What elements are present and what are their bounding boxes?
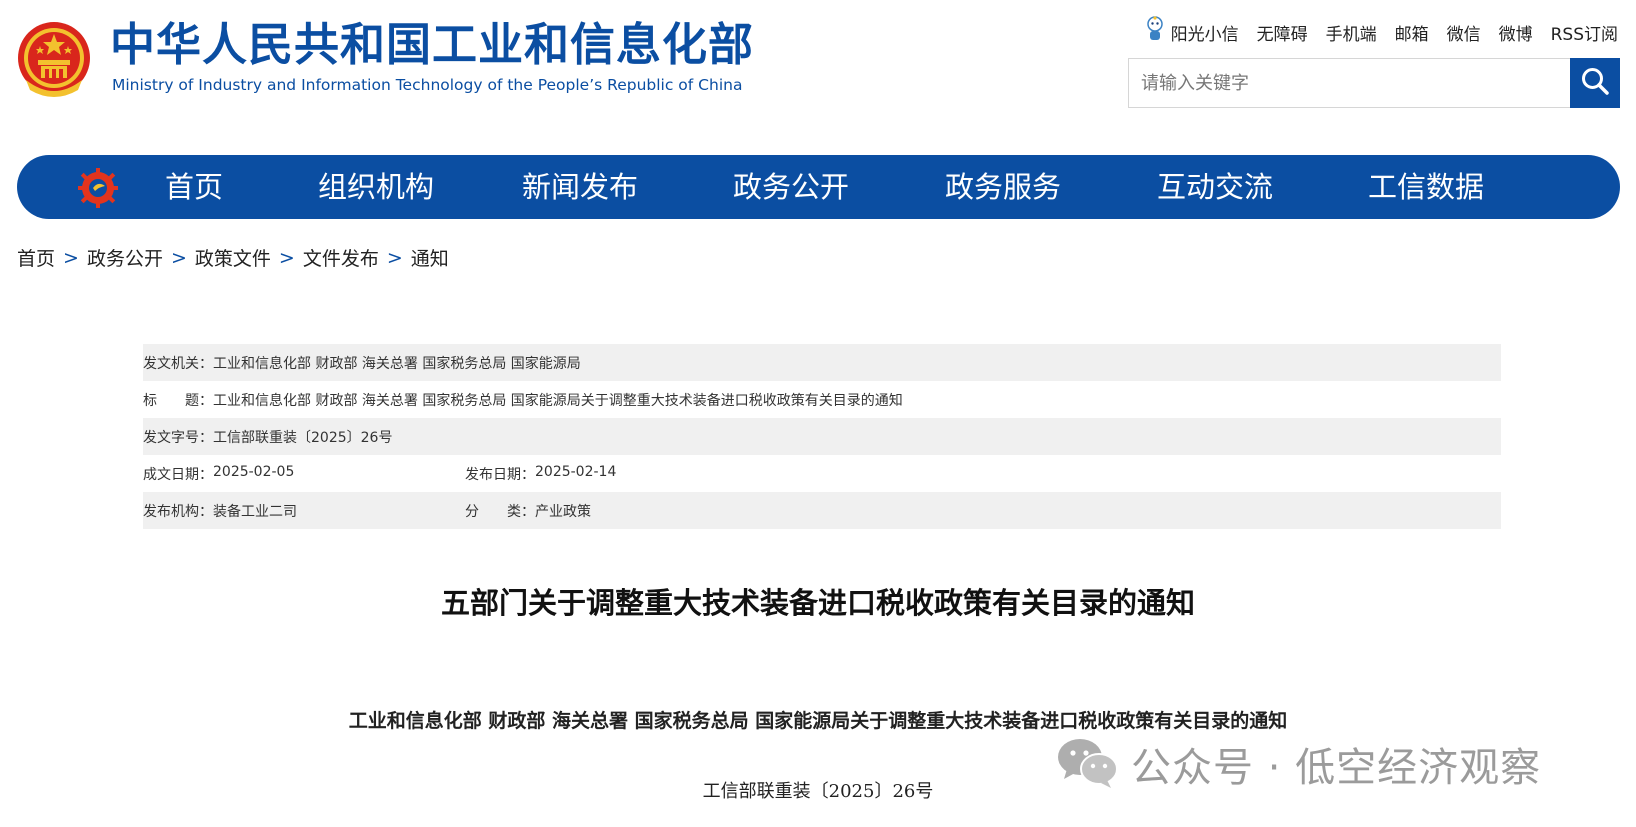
breadcrumb-separator: > — [63, 246, 79, 269]
breadcrumb-government-affairs[interactable]: 政务公开 — [87, 244, 163, 271]
meta-published: 发布日期： 2025-02-14 — [465, 464, 616, 484]
meta-label: 分 类： — [465, 503, 535, 520]
national-emblem-icon — [16, 20, 92, 100]
toplink-rss[interactable]: RSS订阅 — [1551, 20, 1618, 45]
toplink-weibo[interactable]: 微博 — [1499, 20, 1533, 45]
meta-label: 发布机构： — [143, 503, 213, 520]
nav-item-home[interactable]: 首页 — [165, 155, 223, 219]
search-button[interactable] — [1570, 58, 1620, 108]
nav-item-interaction[interactable]: 互动交流 — [1157, 155, 1273, 219]
meta-row-title: 标 题： 工业和信息化部 财政部 海关总署 国家税务总局 国家能源局关于调整重大… — [143, 381, 1501, 418]
meta-category: 分 类： 产业政策 — [465, 501, 591, 521]
breadcrumb-policy-files[interactable]: 政策文件 — [195, 244, 271, 271]
search-icon — [1580, 66, 1610, 100]
nav-item-services[interactable]: 政务服务 — [945, 155, 1061, 219]
toplink-sunshine[interactable]: 阳光小信 — [1145, 16, 1239, 49]
meta-label: 发布日期： — [465, 466, 535, 483]
meta-created: 成文日期： 2025-02-05 — [143, 464, 294, 484]
breadcrumb-notice[interactable]: 通知 — [411, 244, 449, 271]
sunshine-mascot-icon — [1145, 16, 1165, 49]
meta-label: 发文机关： — [143, 355, 213, 372]
meta-value-created: 2025-02-05 — [213, 463, 295, 480]
nav-item-data[interactable]: 工信数据 — [1368, 155, 1484, 219]
meta-row-issuer: 发文机关： 工业和信息化部 财政部 海关总署 国家税务总局 国家能源局 — [143, 344, 1501, 381]
meta-org: 发布机构： 装备工业二司 — [143, 501, 297, 521]
breadcrumb-separator: > — [170, 246, 187, 269]
meta-value-docno: 工信部联重装〔2025〕26号 — [213, 429, 393, 446]
watermark: 公众号 · 低空经济观察 — [1055, 735, 1541, 793]
watermark-text: 公众号 · 低空经济观察 — [1131, 745, 1542, 791]
main-nav: 首页 组织机构 新闻发布 政务公开 政务服务 互动交流 工信数据 — [17, 155, 1620, 219]
nav-item-news[interactable]: 新闻发布 — [522, 155, 638, 219]
meta-value-published: 2025-02-14 — [535, 463, 617, 480]
search-input[interactable] — [1129, 59, 1569, 107]
document-heading: 工业和信息化部 财政部 海关总署 国家税务总局 国家能源局关于调整重大技术装备进… — [348, 710, 1288, 732]
meta-value-issuer: 工业和信息化部 财政部 海关总署 国家税务总局 国家能源局 — [213, 355, 581, 372]
toplink-mobile[interactable]: 手机端 — [1326, 20, 1377, 45]
meta-value-category: 产业政策 — [535, 503, 591, 520]
top-links: 阳光小信 无障碍 手机端 邮箱 微信 微博 RSS订阅 — [1145, 16, 1618, 49]
site-subtitle: Ministry of Industry and Information Tec… — [112, 76, 743, 94]
breadcrumb-file-release[interactable]: 文件发布 — [303, 244, 379, 271]
meta-label: 成文日期： — [143, 466, 213, 483]
meta-row-dates: 成文日期： 2025-02-05 发布日期： 2025-02-14 — [143, 455, 1501, 492]
nav-item-organization[interactable]: 组织机构 — [318, 155, 434, 219]
search-box — [1128, 58, 1620, 108]
nav-item-government-affairs[interactable]: 政务公开 — [733, 155, 849, 219]
meta-value-title: 工业和信息化部 财政部 海关总署 国家税务总局 国家能源局关于调整重大技术装备进… — [213, 392, 903, 409]
toplink-mail[interactable]: 邮箱 — [1395, 20, 1429, 45]
breadcrumb: 首页 > 政务公开 > 政策文件 > 文件发布 > 通知 — [17, 244, 449, 271]
meta-row-org: 发布机构： 装备工业二司 分 类： 产业政策 — [143, 492, 1501, 529]
nav-gear-logo-icon — [77, 167, 119, 209]
site-title[interactable]: 中华人民共和国工业和信息化部 — [110, 22, 754, 67]
meta-value-org: 装备工业二司 — [213, 503, 297, 520]
breadcrumb-separator: > — [278, 246, 295, 269]
meta-row-docno: 发文字号： 工信部联重装〔2025〕26号 — [143, 418, 1501, 455]
meta-label: 发文字号： — [143, 429, 213, 446]
toplink-wechat[interactable]: 微信 — [1447, 20, 1481, 45]
toplink-accessibility[interactable]: 无障碍 — [1257, 20, 1308, 45]
breadcrumb-home[interactable]: 首页 — [17, 244, 55, 271]
document-metadata: 发文机关： 工业和信息化部 财政部 海关总署 国家税务总局 国家能源局 标 题：… — [143, 344, 1501, 529]
toplink-label: 阳光小信 — [1170, 25, 1239, 45]
breadcrumb-separator: > — [386, 246, 403, 269]
article-title: 五部门关于调整重大技术装备进口税收政策有关目录的通知 — [440, 586, 1195, 620]
meta-label: 标 题： — [143, 392, 213, 409]
wechat-icon — [1055, 735, 1119, 793]
